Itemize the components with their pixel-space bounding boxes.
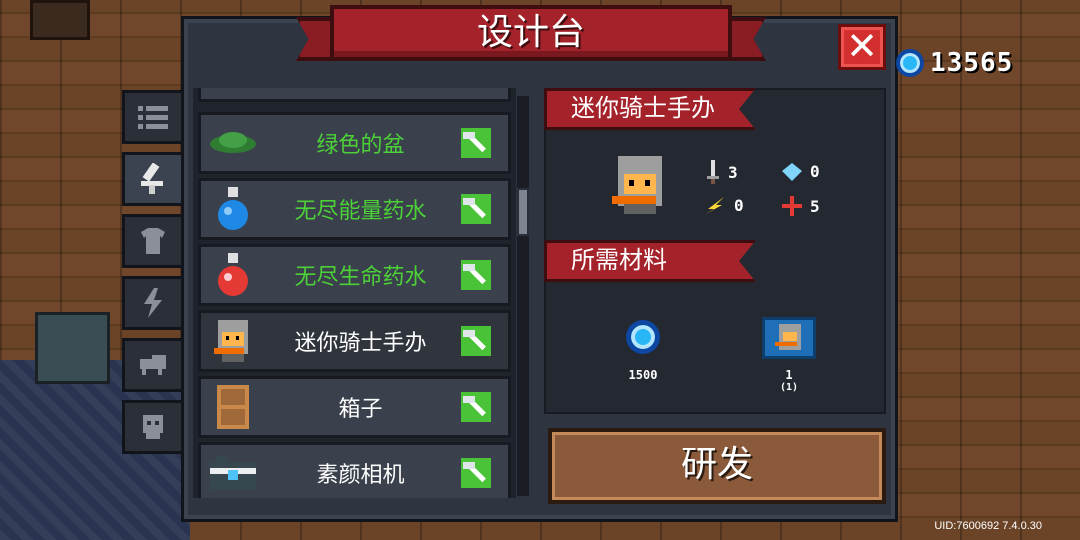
blueprint-icon — [762, 317, 816, 359]
diamond-icon — [782, 162, 802, 181]
title-banner: 设计台 — [296, 5, 766, 65]
pet-icon — [140, 355, 166, 375]
knight-figure-icon — [214, 320, 248, 362]
weapon-icon — [141, 163, 163, 194]
lightning-icon — [144, 288, 162, 318]
list-item[interactable]: 无尽生命药水 — [198, 244, 511, 306]
bolt-icon — [704, 196, 724, 215]
item-name: 迷你骑士手办 — [294, 331, 427, 356]
background-table — [30, 0, 90, 40]
close-icon: ✕ — [846, 24, 878, 68]
currency-amount: 13565 — [930, 48, 1014, 78]
material-owned: (1) — [779, 382, 799, 393]
green-pot-icon — [210, 132, 256, 153]
hammer-icon — [461, 260, 491, 290]
box-icon — [217, 385, 249, 429]
list-scrollbar[interactable] — [517, 96, 529, 496]
camera-icon — [210, 456, 256, 490]
list-item-partial — [198, 88, 511, 102]
list-item[interactable]: 无尽能量药水 — [198, 178, 511, 240]
hammer-icon — [461, 458, 491, 488]
list-item[interactable]: 素颜相机 — [198, 442, 511, 498]
knight-figure-icon — [612, 156, 662, 214]
background-anvil — [35, 312, 110, 384]
hammer-icon — [461, 392, 491, 422]
stat-energy: 0 — [704, 196, 744, 215]
tab-armor[interactable] — [122, 214, 184, 268]
gem-coin-icon — [626, 320, 660, 354]
currency-display: 13565 — [896, 48, 1013, 78]
item-name: 素颜相机 — [316, 463, 405, 488]
tab-skill[interactable] — [122, 276, 184, 330]
skull-icon — [143, 415, 163, 439]
hammer-icon — [461, 194, 491, 224]
tab-enemy[interactable] — [122, 400, 184, 454]
red-potion-icon — [218, 253, 248, 296]
item-name: 箱子 — [338, 397, 383, 422]
scroll-thumb[interactable] — [517, 188, 529, 236]
blue-potion-icon — [218, 187, 248, 230]
materials-banner: 所需材料 — [544, 240, 756, 282]
gem-coin-icon — [896, 49, 924, 77]
item-name: 绿色的盆 — [316, 133, 405, 158]
tab-list[interactable] — [122, 90, 184, 144]
armor-icon — [141, 228, 165, 254]
item-list[interactable]: 绿色的盆 无尽能量药水 无尽生命药水 迷你骑士手办 箱子 素颜相机 — [193, 88, 516, 498]
sword-icon — [707, 160, 719, 184]
hammer-icon — [461, 326, 491, 356]
develop-button[interactable]: 研发 — [548, 428, 886, 504]
uid-label: UID:7600692 7.4.0.30 — [934, 520, 1042, 532]
item-name: 无尽生命药水 — [294, 265, 427, 290]
stat-accuracy: 5 — [782, 196, 820, 216]
crosshair-icon — [782, 196, 802, 216]
list-item-selected[interactable]: 迷你骑士手办 — [198, 310, 511, 372]
selected-item-name: 迷你骑士手办 — [571, 94, 715, 122]
list-icon — [138, 106, 168, 129]
list-item[interactable]: 箱子 — [198, 376, 511, 438]
stat-crit: 0 — [782, 162, 820, 181]
item-name: 无尽能量药水 — [294, 199, 427, 224]
hammer-icon — [461, 128, 491, 158]
stat-attack: 3 — [706, 160, 738, 184]
material-amount: 1500 — [628, 368, 658, 382]
tab-pet[interactable] — [122, 338, 184, 392]
item-name-banner: 迷你骑士手办 — [544, 88, 756, 130]
tab-weapon[interactable] — [122, 152, 184, 206]
list-item[interactable]: 绿色的盆 — [198, 112, 511, 174]
page-title: 设计台 — [476, 12, 585, 53]
close-button[interactable]: ✕ — [838, 24, 886, 70]
materials-header: 所需材料 — [571, 246, 667, 274]
material-amount: 1 — [785, 368, 793, 382]
